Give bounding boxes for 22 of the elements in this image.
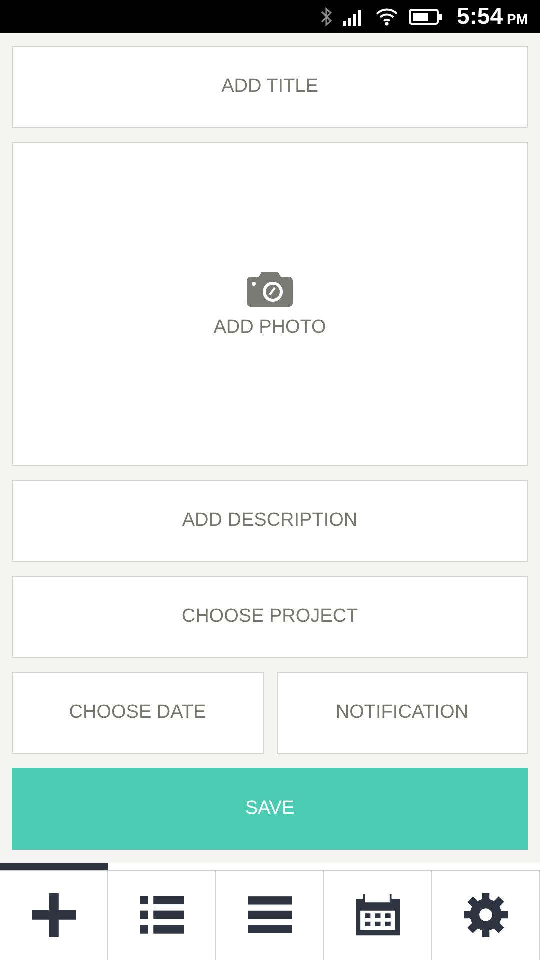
clock-meridiem: PM (507, 10, 528, 26)
bluetooth-icon (320, 6, 333, 26)
camera-icon (247, 271, 293, 307)
tab-button[interactable] (432, 863, 540, 960)
choose-project-button[interactable]: CHOOSE PROJECT (12, 576, 528, 658)
battery-icon (408, 8, 443, 26)
description-field[interactable]: ADD DESCRIPTION (12, 480, 528, 562)
choose-date-button[interactable]: CHOOSE DATE (12, 672, 264, 754)
clock-time: 5:54 (456, 3, 503, 30)
title-field[interactable]: ADD TITLE (12, 46, 528, 128)
plus-icon (32, 893, 76, 937)
tab-button[interactable] (216, 863, 324, 960)
settings-icon (464, 893, 508, 937)
list-icon (140, 893, 184, 937)
tab-button[interactable] (0, 863, 108, 960)
photo-label: ADD PHOTO (214, 317, 326, 339)
tab-button[interactable] (108, 863, 216, 960)
calendar-icon (356, 893, 400, 937)
tab-button[interactable] (324, 863, 432, 960)
notification-button[interactable]: NOTIFICATION (276, 672, 528, 754)
wifi-icon (374, 6, 399, 26)
photo-area[interactable]: ADD PHOTO (12, 142, 528, 466)
